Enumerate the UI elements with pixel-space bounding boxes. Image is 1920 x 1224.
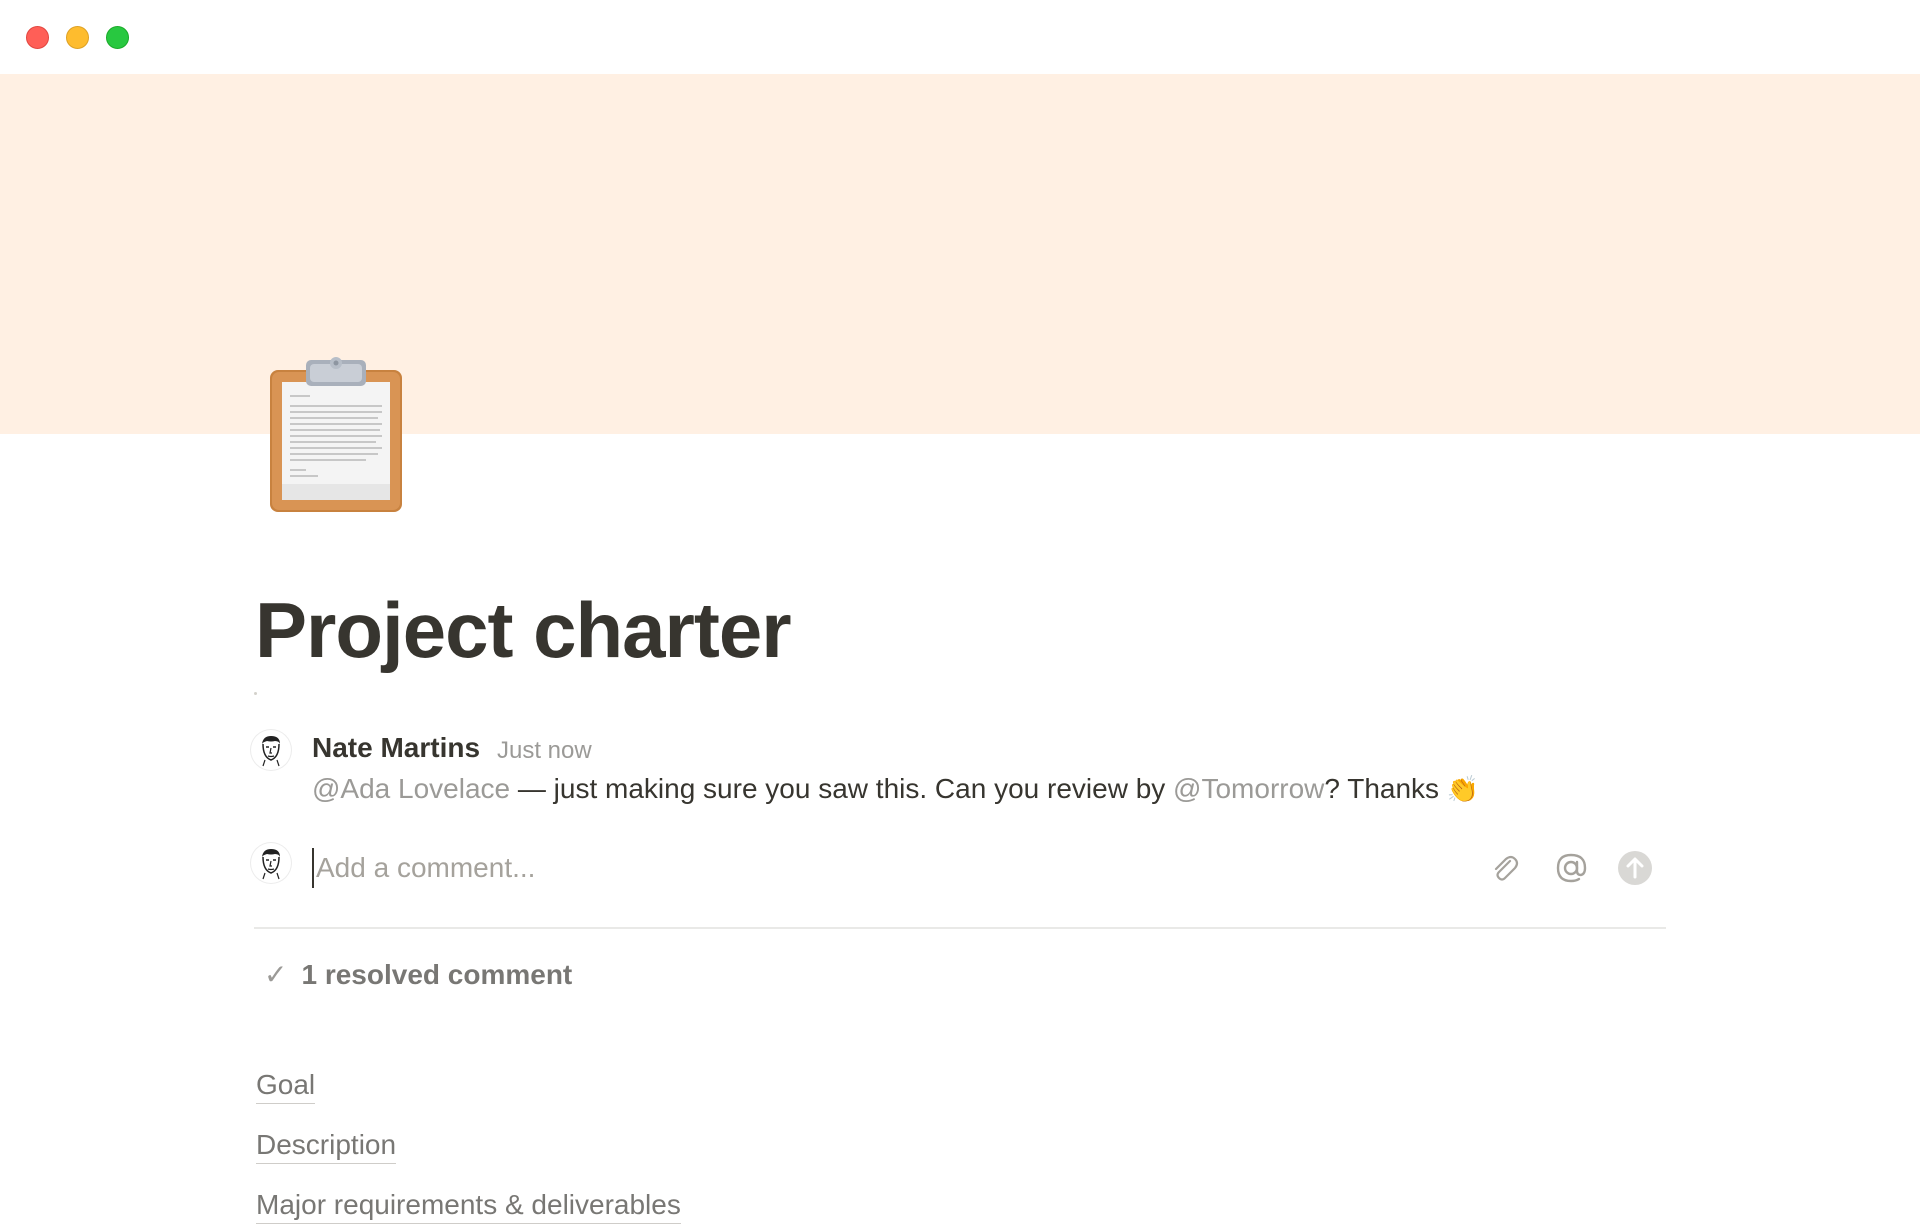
comment-composer	[312, 848, 1456, 888]
zoom-window-button[interactable]	[106, 26, 129, 49]
comment-author[interactable]: Nate Martins	[312, 732, 480, 764]
resolved-comments-toggle[interactable]: ✓ 1 resolved comment	[264, 958, 572, 991]
close-window-button[interactable]	[26, 26, 49, 49]
avatar	[251, 730, 291, 770]
current-user-avatar	[251, 843, 291, 883]
comment-input[interactable]	[312, 848, 1456, 888]
clapping-hands-emoji: 👏	[1446, 774, 1480, 804]
user-mention[interactable]: @Ada Lovelace	[312, 773, 510, 804]
resolved-comments-label: 1 resolved comment	[301, 958, 573, 990]
comment-text-end: ? Thanks	[1324, 773, 1447, 804]
date-mention[interactable]: @Tomorrow	[1173, 773, 1324, 804]
block-handle-dot	[254, 692, 257, 695]
comment-timestamp[interactable]: Just now	[497, 737, 592, 765]
page-title[interactable]: Project charter	[255, 585, 792, 676]
minimize-window-button[interactable]	[66, 26, 89, 49]
at-sign-icon[interactable]	[1551, 848, 1591, 888]
send-arrow-icon[interactable]	[1615, 848, 1655, 888]
comments-divider	[254, 927, 1666, 929]
checkmark-icon: ✓	[264, 959, 288, 990]
toc-link-goal[interactable]: Goal	[256, 1067, 316, 1104]
window-titlebar	[0, 0, 1920, 74]
toc-link-major-requirements[interactable]: Major requirements & deliverables	[256, 1187, 681, 1224]
clipboard-icon[interactable]	[266, 356, 406, 516]
comment-text-middle: — just making sure you saw this. Can you…	[510, 773, 1174, 804]
paperclip-icon[interactable]	[1484, 848, 1524, 888]
toc-link-description[interactable]: Description	[256, 1127, 397, 1164]
comment-body: @Ada Lovelace — just making sure you saw…	[312, 773, 1479, 805]
